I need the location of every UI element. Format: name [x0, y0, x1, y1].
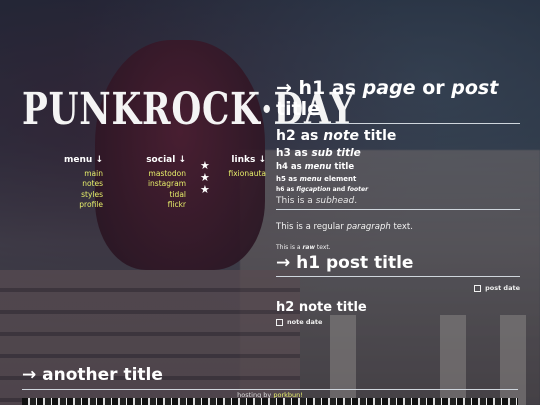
menu-link-profile[interactable]: profile — [60, 200, 103, 210]
raw-text-sample: This is a raw text. — [276, 244, 331, 251]
calendar-icon — [474, 284, 482, 292]
logo-stars: ★ ★ ★ — [200, 160, 218, 196]
star-icon: ★ — [200, 183, 210, 196]
social-nav: social ↓ mastodon instagram tidal flickr — [140, 155, 186, 210]
calendar-icon — [276, 318, 283, 326]
logo-text: PUNKROCK·DAY — [22, 84, 355, 135]
social-link-mastodon[interactable]: mastodon — [140, 169, 186, 179]
menu-nav: menu ↓ main notes styles profile — [60, 155, 103, 210]
footer-image-strip — [22, 398, 518, 405]
h3-sample: h3 as sub title — [276, 147, 361, 159]
menu-link-styles[interactable]: styles — [60, 190, 103, 200]
paragraph-sample: This is a regular paragraph text. — [276, 222, 413, 232]
links-link-fixionauta[interactable]: fixionauta — [224, 169, 266, 179]
links-nav: links ↓ fixionauta — [224, 155, 266, 179]
social-link-instagram[interactable]: instagram — [140, 179, 186, 189]
subhead-sample: This is a subhead. — [276, 196, 358, 206]
another-title-section: → another title — [22, 364, 518, 390]
links-heading: links ↓ — [231, 155, 266, 165]
h2-sample: h2 as note title — [276, 128, 397, 144]
post-date: post date — [276, 284, 520, 292]
section-divider — [276, 209, 520, 210]
note-title-link[interactable]: h2 note title — [276, 300, 520, 315]
h6-sample: h6 as figcaption and footer — [276, 186, 369, 193]
content-column: → h1 as page or post title h2 as note ti… — [276, 78, 520, 326]
post-divider — [276, 276, 520, 277]
menu-heading: menu ↓ — [64, 155, 103, 165]
social-link-flickr[interactable]: flickr — [140, 200, 186, 210]
another-title-link[interactable]: → another title — [22, 364, 518, 386]
site-logo[interactable]: PUNKROCK·DAY ★ ★ ★ — [22, 72, 355, 196]
another-divider — [22, 389, 518, 390]
page-title: → h1 as page or post title — [276, 77, 499, 120]
menu-link-main[interactable]: main — [60, 169, 103, 179]
post-title-link[interactable]: → h1 post title — [276, 253, 520, 273]
h5-sample: h5 as menu element — [276, 175, 357, 183]
h4-sample: h4 as menu title — [276, 162, 355, 172]
social-heading: social ↓ — [146, 155, 186, 165]
social-link-tidal[interactable]: tidal — [140, 190, 186, 200]
menu-link-notes[interactable]: notes — [60, 179, 103, 189]
note-date: note date — [276, 318, 520, 326]
title-divider — [276, 123, 520, 124]
